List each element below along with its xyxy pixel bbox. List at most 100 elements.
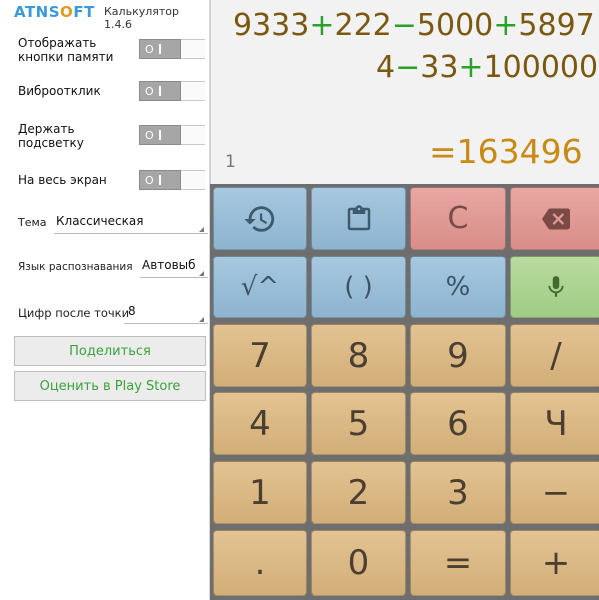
language-value: Автовыб [142, 258, 196, 272]
key-3[interactable]: 3 [410, 461, 506, 524]
setting-fullscreen: На весь экран O [18, 170, 208, 190]
key-label: Ч [544, 403, 568, 444]
key-label: + [541, 543, 571, 583]
sqrt-power-label: √^ [240, 272, 280, 302]
toggle-state: O [145, 84, 154, 98]
microphone-icon [548, 276, 564, 297]
clear-button[interactable]: C [410, 187, 506, 250]
operand: 5897 [518, 8, 595, 43]
operator: − [391, 8, 417, 43]
operand: 9333 [233, 8, 310, 43]
minus-button[interactable]: − [510, 461, 599, 524]
operator: + [458, 50, 484, 85]
theme-label: Тема [18, 216, 47, 229]
sqrt-power-button[interactable]: √^ [213, 256, 307, 318]
clipboard-icon [347, 204, 370, 230]
share-button[interactable]: Поделиться [14, 336, 206, 366]
key-label: 3 [447, 472, 469, 513]
operand: 33 [420, 50, 459, 85]
key-label: 5 [347, 403, 370, 444]
percent-button[interactable]: % [410, 256, 506, 318]
dropdown-arrow-icon [199, 227, 204, 232]
key-0[interactable]: 0 [311, 530, 406, 596]
decimal-point-button[interactable]: . [213, 530, 307, 596]
key-1[interactable]: 1 [213, 461, 307, 524]
expression-line-2: 4−33+100000 [376, 50, 598, 85]
voice-input-button[interactable] [510, 256, 599, 318]
calculator-display: 9333+222−5000+5897 4−33+100000 1 =163496 [210, 0, 599, 184]
toggle-state: O [145, 128, 154, 142]
divide-button[interactable]: / [510, 324, 599, 387]
digits-value: 8 [128, 304, 136, 318]
key-label: / [550, 335, 562, 376]
dropdown-arrow-icon [199, 271, 204, 276]
setting-label: Виброотклик [18, 84, 101, 98]
key-label: 1 [249, 472, 271, 513]
key-5[interactable]: 5 [311, 392, 406, 455]
app-version: Калькулятор 1.4.6 [104, 5, 179, 31]
key-label: . [254, 543, 266, 583]
key-label: 9 [447, 335, 469, 376]
setting-vibration: Виброотклик O [18, 81, 208, 101]
key-9[interactable]: 9 [410, 324, 506, 387]
key-4[interactable]: 4 [213, 392, 307, 455]
expression-count: 1 [225, 152, 236, 172]
backspace-icon [542, 208, 570, 229]
digits-label: Цифр после точки [18, 306, 130, 320]
operator: + [309, 8, 335, 43]
key-label: 2 [347, 472, 370, 513]
key-label: 6 [447, 403, 469, 444]
key-6[interactable]: 6 [410, 392, 506, 455]
setting-label: Держать подсветку [18, 122, 84, 150]
dropdown-arrow-icon [199, 317, 204, 322]
operand: 4 [376, 50, 396, 85]
operand: 222 [334, 8, 392, 43]
parentheses-label: ( ) [344, 272, 373, 302]
memory-buttons-toggle[interactable]: O [139, 39, 205, 59]
key-label: 8 [347, 335, 370, 376]
paste-button[interactable] [311, 187, 406, 250]
setting-keep-backlight: Держать подсветку O [18, 122, 208, 150]
app-logo: ATNSOFT [14, 2, 95, 22]
digits-select[interactable]: Цифр после точки 8 [18, 302, 208, 324]
operand: 5000 [416, 8, 494, 43]
language-label: Язык распознавания [18, 261, 133, 273]
vibration-toggle[interactable]: O [139, 81, 205, 101]
history-button[interactable] [213, 187, 307, 250]
operand: 100000 [483, 50, 599, 85]
key-label: 4 [249, 403, 271, 444]
logo-suffix: SOFT [48, 3, 95, 21]
keep-backlight-toggle[interactable]: O [139, 125, 205, 145]
backspace-button[interactable] [510, 187, 599, 250]
logo-prefix: ATN [14, 3, 49, 21]
plus-button[interactable]: + [510, 530, 599, 596]
fullscreen-toggle[interactable]: O [139, 170, 205, 190]
toggle-state: O [145, 173, 154, 187]
theme-select[interactable]: Тема Классическая [18, 212, 208, 234]
keypad: C √^ ( ) % 7 8 9 / 4 5 6 Ч 1 2 3 − . 0 =… [210, 184, 599, 600]
language-select[interactable]: Язык распознавания Автовыб [18, 256, 208, 278]
clear-label: C [447, 201, 469, 236]
parentheses-button[interactable]: ( ) [311, 256, 406, 318]
setting-label: На весь экран [18, 173, 107, 187]
rate-button[interactable]: Оценить в Play Store [14, 371, 206, 401]
percent-label: % [445, 272, 471, 302]
key-label: − [541, 472, 571, 513]
toggle-state: O [145, 42, 154, 56]
operator: − [395, 50, 421, 85]
settings-panel: ATNSOFT Калькулятор 1.4.6 Отображать кно… [0, 0, 210, 600]
key-label: 7 [249, 335, 271, 376]
key-2[interactable]: 2 [311, 461, 406, 524]
key-label: = [443, 543, 473, 583]
key-label: 0 [347, 543, 370, 583]
equals-button[interactable]: = [410, 530, 506, 596]
setting-memory-buttons: Отображать кнопки памяти O [18, 36, 208, 64]
key-8[interactable]: 8 [311, 324, 406, 387]
result-value: =163496 [429, 132, 583, 171]
history-icon [244, 205, 275, 232]
theme-value: Классическая [56, 214, 144, 228]
multiply-button[interactable]: Ч [510, 392, 599, 455]
setting-label: Отображать кнопки памяти [18, 36, 114, 64]
key-7[interactable]: 7 [213, 324, 307, 387]
operator: + [493, 8, 519, 43]
